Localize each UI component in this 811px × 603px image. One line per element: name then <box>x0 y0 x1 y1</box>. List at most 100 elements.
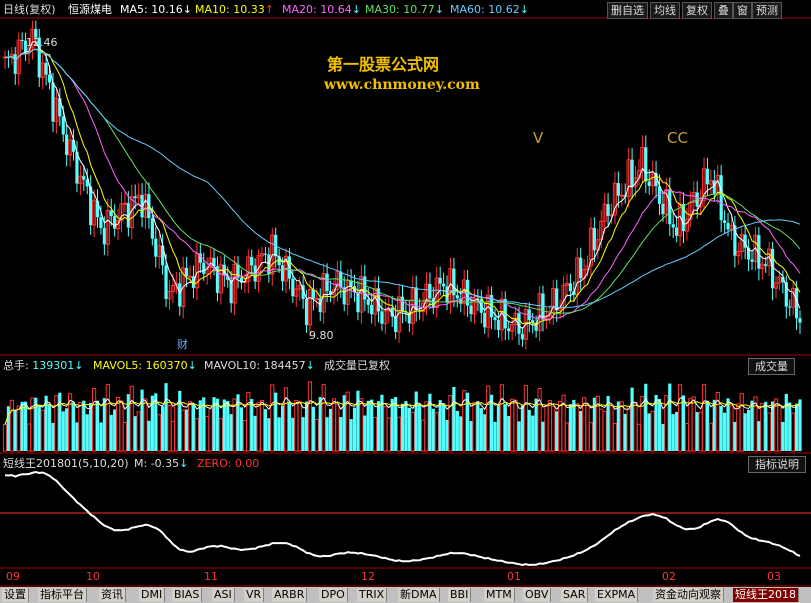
tab-dmi[interactable]: DMI <box>139 588 166 602</box>
volume-bar-up <box>588 422 594 452</box>
volume-bar-down <box>51 422 55 451</box>
volume-bar-down <box>455 410 459 451</box>
candle-body-up <box>619 194 624 197</box>
candle-body-down <box>51 82 55 122</box>
tab-asi[interactable]: ASI <box>212 588 235 602</box>
volume-selector-button[interactable]: 成交量 <box>748 358 795 375</box>
volume-bar-down <box>788 402 792 451</box>
volume-bar-down <box>671 414 675 451</box>
volume-bar-down <box>555 411 559 451</box>
tab-expma[interactable]: EXPMA <box>595 588 639 602</box>
candle-body-down <box>726 222 730 230</box>
volume-bar-up <box>777 405 782 452</box>
candle-body-down <box>469 305 473 315</box>
adjust-price-button[interactable]: 复权 <box>682 2 712 19</box>
volume-bar-down <box>750 400 754 451</box>
volume-bar-up <box>547 399 552 452</box>
volume-bar-down <box>356 390 360 451</box>
volume-bar-up <box>609 405 614 452</box>
tab-trix[interactable]: TRIX <box>357 588 388 602</box>
volume-bar-down <box>71 402 76 451</box>
tab-news[interactable]: 资讯 <box>99 588 126 602</box>
candle-body-down <box>675 227 679 236</box>
volume-bar-down <box>339 417 343 451</box>
volume-bar-down <box>695 412 699 451</box>
volume-bar-up <box>105 384 110 452</box>
tab-obv[interactable]: OBV <box>523 588 552 602</box>
forecast-button[interactable]: 预测 <box>752 2 782 19</box>
candle-body-down <box>263 253 268 255</box>
volume-bar-down <box>267 418 271 451</box>
tab-sar[interactable]: SAR <box>561 588 589 602</box>
candle-body-down <box>113 216 117 229</box>
volume-bar-down <box>250 399 254 451</box>
volume-bar-up <box>157 414 162 452</box>
volume-bar-down <box>733 421 737 451</box>
volume-bar-down <box>164 383 168 451</box>
volume-bar-down <box>263 409 268 451</box>
tab-short-line-king[interactable]: 短线王2018 <box>733 588 799 602</box>
candle-body-down <box>496 320 501 330</box>
volume-bar-down <box>277 417 281 451</box>
volume-bar-down <box>661 424 665 451</box>
candle-body-down <box>394 316 398 332</box>
volume-bar-up <box>129 385 134 452</box>
volume-bar-up <box>791 412 796 452</box>
volume-bar-up <box>307 381 313 452</box>
candle-body-down <box>750 259 754 262</box>
volume-bar-up <box>181 409 186 452</box>
volume-bar-up <box>424 401 429 452</box>
tab-capital-flow[interactable]: 资金动向观察 <box>653 588 724 602</box>
volume-bar-up <box>396 416 402 452</box>
window-button[interactable]: 窗 <box>733 2 752 19</box>
volume-bar-down <box>349 419 353 451</box>
volume-bar-down <box>438 400 442 451</box>
volume-bar-up <box>599 408 604 452</box>
volume-bar-down <box>527 409 531 451</box>
volume-bar-down <box>85 414 89 451</box>
volume-bar-down <box>568 404 573 451</box>
volume-bar-down <box>496 404 501 451</box>
indicator-help-button[interactable]: 指标说明 <box>748 456 806 473</box>
candle-body-down <box>65 134 69 155</box>
volume-bar-up <box>314 418 319 452</box>
tab-settings[interactable]: 设置 <box>2 588 29 602</box>
volume-bar-down <box>572 399 576 451</box>
volume-bar-down <box>712 399 716 451</box>
moving-average-button[interactable]: 均线 <box>650 2 680 19</box>
volume-bar-down <box>82 400 86 451</box>
chart-header: 日线(复权) 恒源煤电 MA5: 10.16↓ MA10: 10.33↑ MA2… <box>0 0 811 19</box>
tab-dpo[interactable]: DPO <box>319 588 348 602</box>
tab-arbr[interactable]: ARBR <box>272 588 308 602</box>
volume-bar-down <box>623 413 627 451</box>
candle-body-down <box>325 273 329 292</box>
volume-bar-down <box>304 401 309 451</box>
volume-bar-up <box>16 405 21 452</box>
tab-indicator-platform[interactable]: 指标平台 <box>38 588 87 602</box>
volume-bar-up <box>187 401 193 452</box>
mavol5-legend: MAVOL5: 160370↓ <box>93 359 197 372</box>
volume-bar-down <box>520 405 525 451</box>
candle-body-down <box>366 299 370 305</box>
candle-body-down <box>20 40 24 42</box>
delete-watchlist-button[interactable]: 删自选 <box>607 2 648 19</box>
tab-mtm[interactable]: MTM <box>484 588 515 602</box>
volume-bar-up <box>564 422 570 452</box>
tab-new-dma[interactable]: 新DMA <box>398 588 440 602</box>
candle-body-down <box>82 176 86 180</box>
volume-bar-down <box>47 403 52 451</box>
volume-bar-up <box>136 411 141 452</box>
tab-bias[interactable]: BIAS <box>172 588 203 602</box>
x-tick-label: 01 <box>507 570 521 583</box>
volume-bar-down <box>185 409 189 451</box>
candle-body-down <box>630 159 634 187</box>
finance-marker: 财 <box>177 338 188 351</box>
volume-bar-up <box>575 403 580 452</box>
overlay-button[interactable]: 叠 <box>714 2 733 19</box>
volume-bar-down <box>743 413 747 451</box>
tab-vr[interactable]: VR <box>244 588 265 602</box>
candle-body-down <box>99 217 103 228</box>
volume-bar-down <box>452 386 456 451</box>
volume-bar-down <box>798 399 802 451</box>
tab-bbi[interactable]: BBI <box>448 588 472 602</box>
